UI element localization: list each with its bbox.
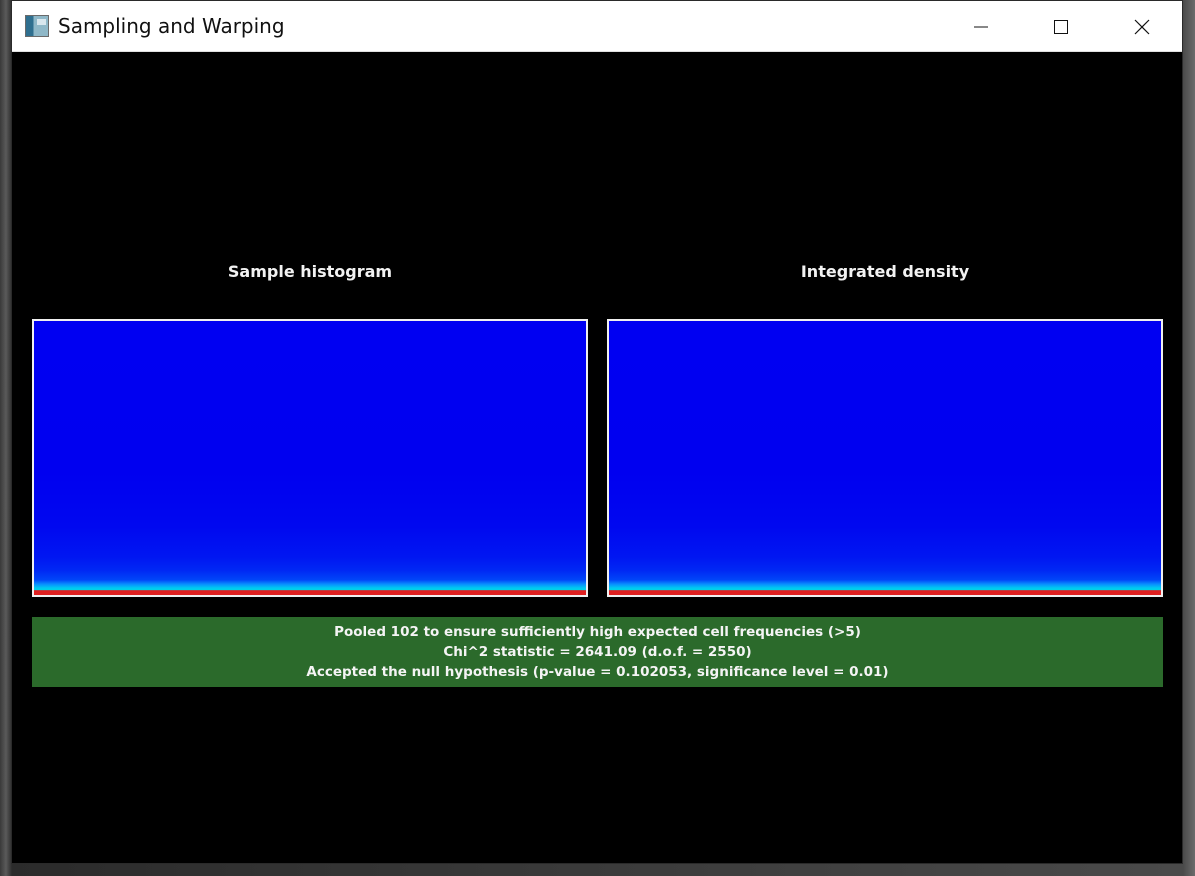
maximize-icon: [1054, 19, 1068, 34]
minimize-button[interactable]: [941, 1, 1021, 52]
maximize-button[interactable]: [1021, 1, 1101, 52]
app-icon: [25, 15, 49, 37]
title-bar[interactable]: Sampling and Warping: [12, 1, 1182, 52]
test-results-panel: Pooled 102 to ensure sufficiently high e…: [32, 617, 1163, 687]
close-button[interactable]: [1102, 1, 1182, 52]
app-window: Sampling and Warping Sample histogram In…: [11, 0, 1183, 864]
integrated-density-title: Integrated density: [800, 262, 970, 281]
results-chi2-line: Chi^2 statistic = 2641.09 (d.o.f. = 2550…: [443, 644, 752, 660]
results-pooled-line: Pooled 102 to ensure sufficiently high e…: [334, 624, 861, 640]
close-icon: [1134, 19, 1150, 34]
sample-histogram-plot: [32, 319, 588, 597]
window-title: Sampling and Warping: [58, 14, 285, 38]
minimize-icon: [974, 26, 988, 27]
integrated-density-plot: [607, 319, 1163, 597]
main-canvas: Sample histogram Integrated density Pool…: [12, 52, 1182, 863]
sample-histogram-title: Sample histogram: [227, 262, 393, 281]
results-hypothesis-line: Accepted the null hypothesis (p-value = …: [306, 664, 889, 680]
